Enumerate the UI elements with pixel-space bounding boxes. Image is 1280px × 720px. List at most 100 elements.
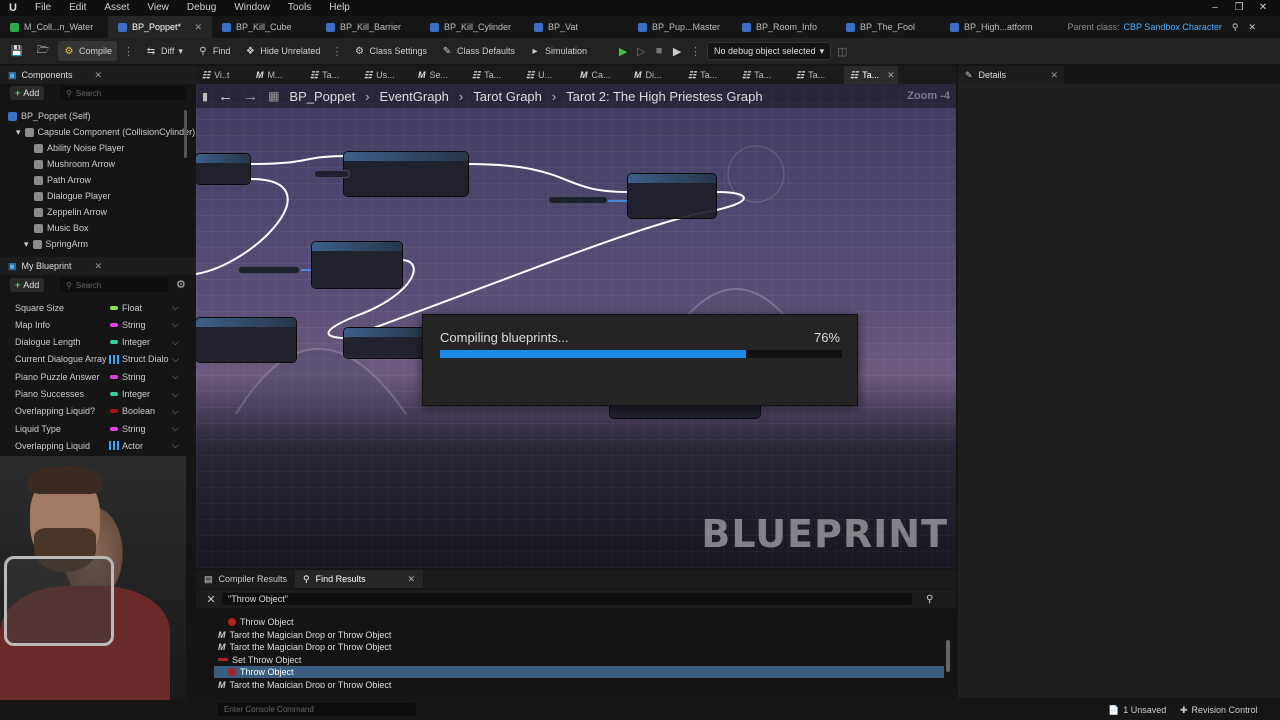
settings-gear-icon[interactable]: ⚙ <box>176 278 186 291</box>
menu-edit[interactable]: Edit <box>60 0 95 16</box>
component-item[interactable]: Ability Noise Player <box>34 140 125 156</box>
save-button[interactable]: 💾 <box>6 41 28 61</box>
menu-asset[interactable]: Asset <box>95 0 138 16</box>
class-defaults-button[interactable]: ✎ Class Defaults <box>436 41 520 61</box>
close-panel-icon[interactable]: ✕ <box>1050 70 1058 81</box>
tab-find-results[interactable]: ⚲ Find Results ✕ <box>295 570 424 588</box>
chevron-down-icon[interactable]: ⌵ <box>172 319 179 330</box>
graph-tab[interactable]: M Ca... <box>574 66 628 84</box>
search-icon[interactable]: ⚲ <box>1232 22 1239 33</box>
close-tab-icon[interactable]: ✕ <box>408 574 416 585</box>
component-item[interactable]: Dialogue Player <box>34 188 111 204</box>
unsaved-indicator[interactable]: 📄 1 Unsaved <box>1108 700 1166 720</box>
graph-tab[interactable]: ☷ U... <box>520 66 574 84</box>
doc-tab[interactable]: BP_Vat <box>524 16 628 38</box>
graph-tab[interactable]: ☷ Ta... <box>304 66 358 84</box>
clear-search-icon[interactable]: ✕ <box>204 593 218 606</box>
close-panel-icon[interactable]: ✕ <box>94 70 102 81</box>
breadcrumb-item[interactable]: Tarot Graph <box>473 89 542 104</box>
find-query-input[interactable]: "Throw Object" <box>222 593 912 605</box>
component-item[interactable]: Mushroom Arrow <box>34 156 115 172</box>
close-icon[interactable]: ✕ <box>1248 22 1256 33</box>
parent-class-link[interactable]: CBP Sandbox Character <box>1123 22 1221 32</box>
graph-tab[interactable]: ☷ Ta... <box>736 66 790 84</box>
menu-debug[interactable]: Debug <box>178 0 225 16</box>
compile-button[interactable]: ⚙ Compile <box>58 41 118 61</box>
results-scrollbar[interactable] <box>946 640 950 672</box>
doc-tab[interactable]: BP_The_Fool <box>836 16 940 38</box>
variable-row[interactable]: Map Info String ⌵ <box>0 316 196 333</box>
breadcrumb-item[interactable]: Tarot 2: The High Priestess Graph <box>566 89 762 104</box>
menu-help[interactable]: Help <box>320 0 359 16</box>
graph-tab[interactable]: M Se... <box>412 66 466 84</box>
close-panel-icon[interactable]: ✕ <box>94 261 102 272</box>
advance-frame-icon[interactable]: ▶ <box>670 44 684 58</box>
graph-node[interactable] <box>196 318 296 362</box>
chevron-down-icon[interactable]: ⌵ <box>172 354 179 365</box>
close-tab-icon[interactable]: ✕ <box>194 22 202 33</box>
components-scrollbar[interactable] <box>184 110 187 158</box>
revision-control-button[interactable]: ✚ Revision Control <box>1180 700 1258 720</box>
graph-tab[interactable]: ☷ Ta... <box>682 66 736 84</box>
breadcrumb-item[interactable]: EventGraph <box>380 89 449 104</box>
graph-tab[interactable]: M Di... <box>628 66 682 84</box>
find-result-row[interactable]: Throw Object <box>214 616 944 628</box>
chevron-down-icon[interactable]: ⌵ <box>172 440 179 451</box>
variable-node[interactable] <box>548 196 608 204</box>
compile-options-icon[interactable]: ⋮ <box>121 45 136 58</box>
doc-tab[interactable]: BP_Kill_Barrier <box>316 16 420 38</box>
close-window-icon[interactable]: ✕ <box>1250 0 1276 16</box>
variable-row[interactable]: Overlapping Liquid Actor ⌵ <box>0 437 196 454</box>
find-result-row[interactable]: M Tarot the Magician Drop or Throw Object <box>214 629 944 641</box>
find-result-row[interactable]: M Tarot the Magician Drop or Throw Object <box>214 679 944 688</box>
graph-home-icon[interactable]: ▮ <box>202 90 208 103</box>
add-member-button[interactable]: + Add <box>10 278 45 292</box>
component-item[interactable]: ▾ Capsule Component (CollisionCylinder) <box>16 124 195 140</box>
variable-row[interactable]: Square Size Float ⌵ <box>0 299 196 316</box>
doc-tab-active[interactable]: BP_Poppet* ✕ <box>108 16 212 38</box>
hide-options-icon[interactable]: ⋮ <box>329 45 344 58</box>
find-result-row[interactable]: Throw Object <box>214 666 944 679</box>
simulation-button[interactable]: ▸ Simulation <box>524 41 592 61</box>
graph-node[interactable] <box>344 152 468 196</box>
class-settings-button[interactable]: ⚙ Class Settings <box>348 41 432 61</box>
doc-tab[interactable]: BP_Room_Info <box>732 16 836 38</box>
graph-tab[interactable]: ☷ Ta... <box>466 66 520 84</box>
console-input[interactable]: Enter Console Command <box>218 703 416 716</box>
component-item[interactable]: Music Box <box>34 220 89 236</box>
close-tab-icon[interactable]: ✕ <box>887 70 895 81</box>
debug-object-select[interactable]: No debug object selected ▾ <box>707 42 832 60</box>
hide-unrelated-button[interactable]: ❖ Hide Unrelated <box>239 41 325 61</box>
variable-row[interactable]: Liquid Type String ⌵ <box>0 420 196 437</box>
my-blueprint-search-input[interactable]: ⚲ Search <box>60 278 168 292</box>
menu-file[interactable]: File <box>26 0 60 16</box>
variable-row[interactable]: Current Dialogue Array Struct Dialo ⌵ <box>0 351 196 368</box>
menu-tools[interactable]: Tools <box>279 0 320 16</box>
variable-node[interactable] <box>238 266 300 274</box>
components-search-input[interactable]: ⚲ Search <box>60 86 186 100</box>
doc-tab[interactable]: BP_High...atform <box>940 16 1044 38</box>
component-item[interactable]: ▾ SpringArm <box>24 236 88 252</box>
minimize-icon[interactable]: – <box>1202 0 1228 16</box>
breadcrumb-root[interactable]: BP_Poppet <box>289 89 355 104</box>
chevron-down-icon[interactable]: ⌵ <box>172 371 179 382</box>
menu-view[interactable]: View <box>138 0 178 16</box>
chevron-down-icon[interactable]: ⌵ <box>172 302 179 313</box>
graph-tab[interactable]: ☷ Ta... ✕ <box>844 66 898 84</box>
play-options-icon[interactable]: ⋮ <box>688 45 703 58</box>
component-item[interactable]: Path Arrow <box>34 172 91 188</box>
graph-tab[interactable]: ☷ Ta... <box>790 66 844 84</box>
component-item-self[interactable]: BP_Poppet (Self) <box>8 108 91 124</box>
chevron-down-icon[interactable]: ⌵ <box>172 423 179 434</box>
variable-row[interactable]: Overlapping Liquid? Boolean ⌵ <box>0 403 196 420</box>
graph-node[interactable] <box>312 242 402 288</box>
graph-tab[interactable]: ☷ Vi..t <box>196 66 250 84</box>
variable-row[interactable]: Dialogue Length Integer ⌵ <box>0 334 196 351</box>
chevron-down-icon[interactable]: ⌵ <box>172 406 179 417</box>
find-result-row[interactable]: Set Throw Object <box>214 654 944 666</box>
browse-button[interactable]: 🗁 <box>32 41 54 61</box>
chevron-down-icon[interactable]: ⌵ <box>172 389 179 400</box>
step-icon[interactable]: ▷ <box>634 44 648 58</box>
variable-row[interactable]: Piano Successes Integer ⌵ <box>0 386 196 403</box>
stop-icon[interactable]: ■ <box>652 44 666 58</box>
